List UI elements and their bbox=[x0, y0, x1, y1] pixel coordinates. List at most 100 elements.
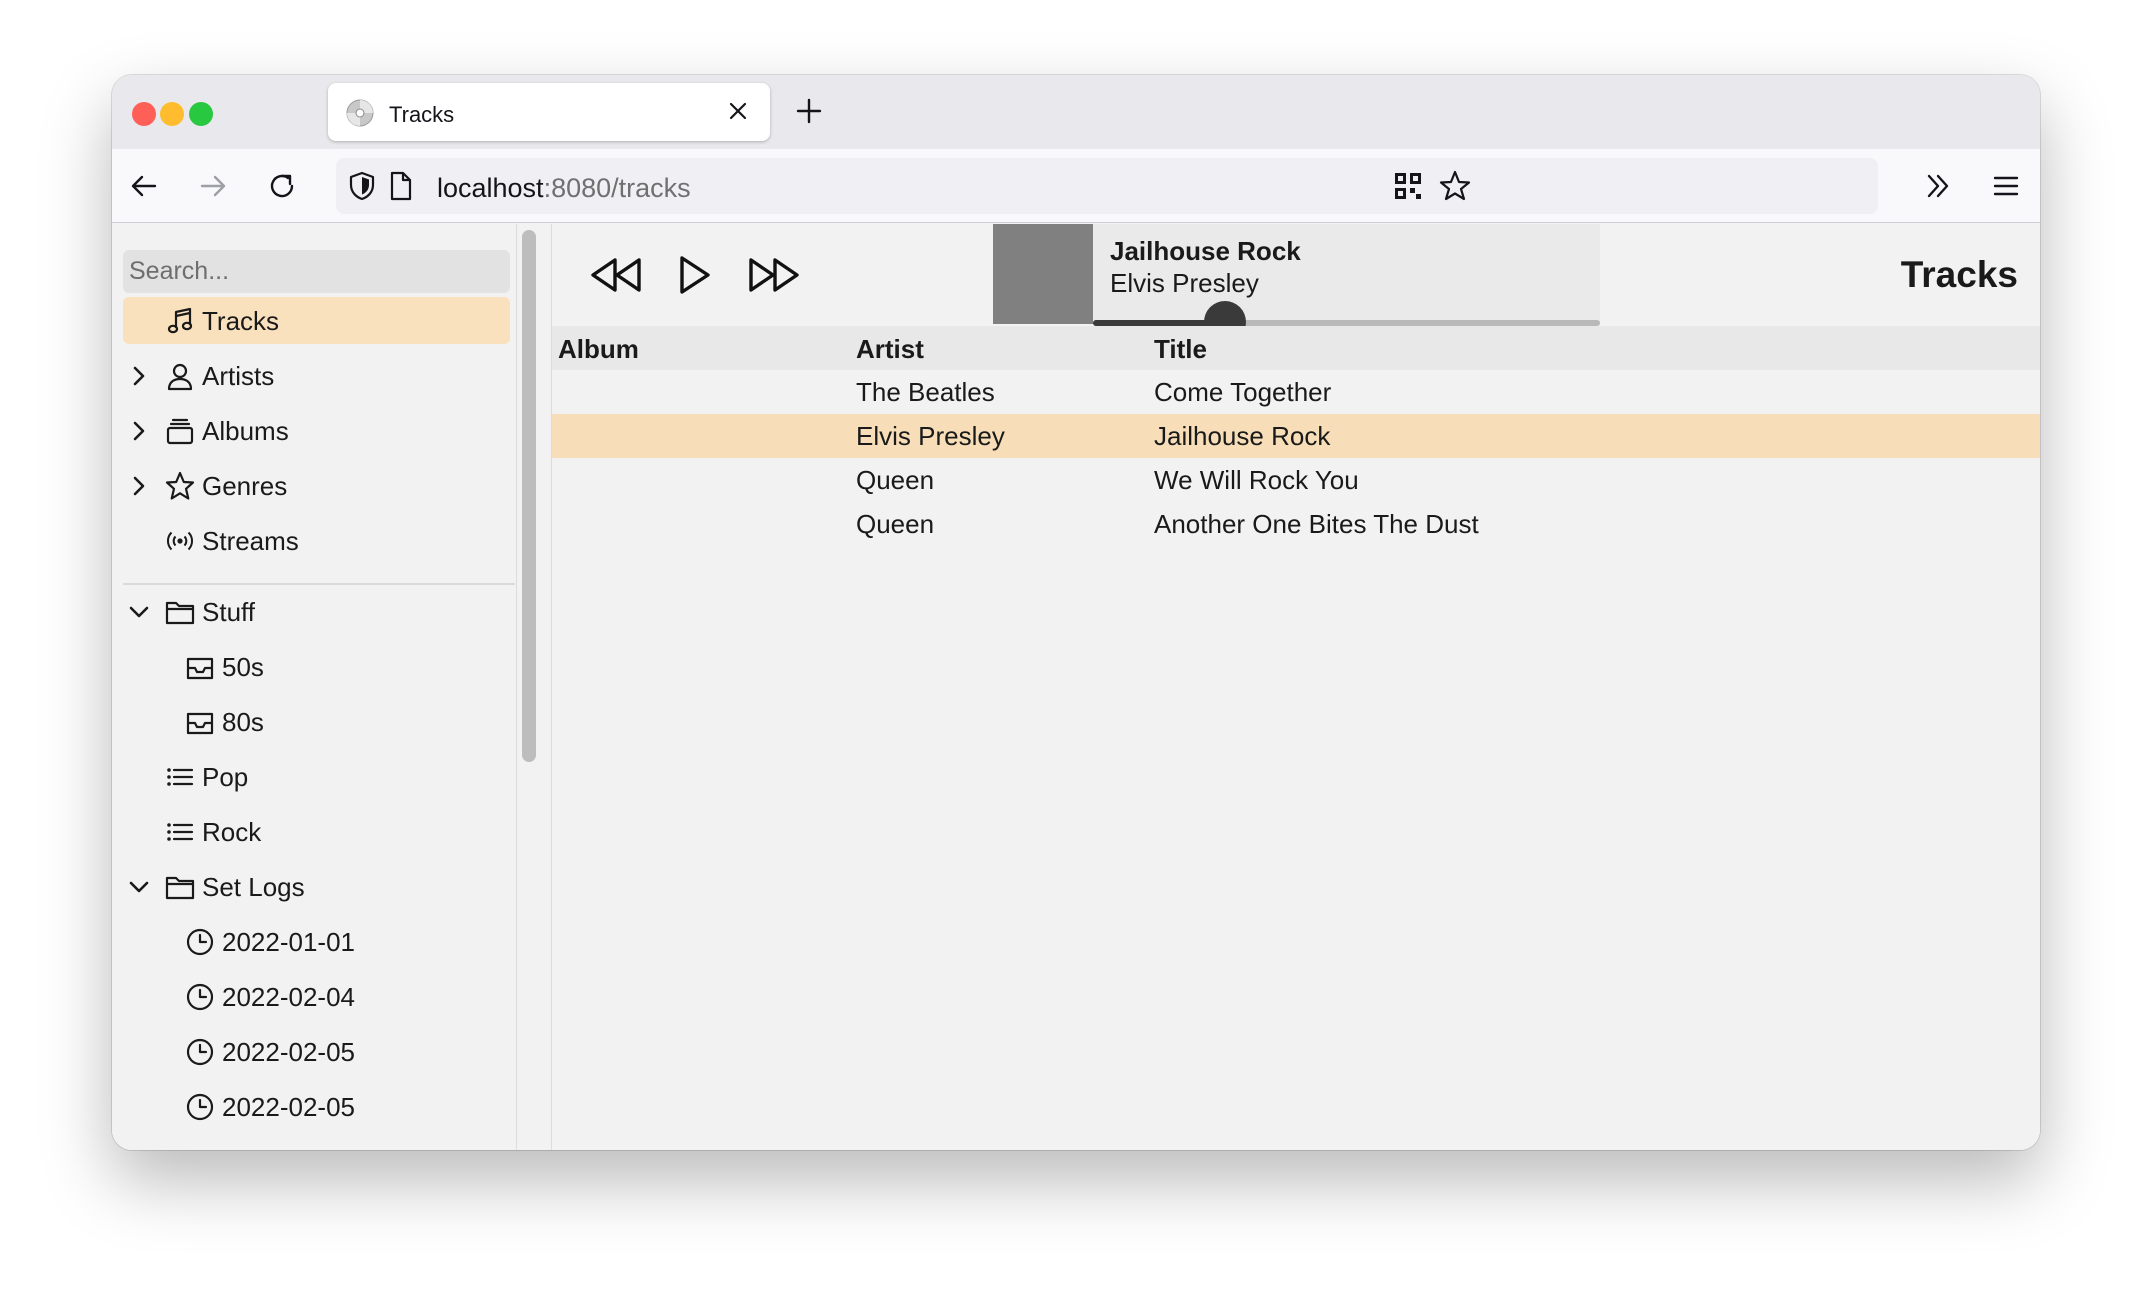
sidebar-item-stuff[interactable]: Stuff bbox=[123, 588, 510, 635]
clock-icon bbox=[186, 1038, 214, 1066]
sidebar-item-label: 2022-01-01 bbox=[222, 927, 355, 957]
cell-title: Jailhouse Rock bbox=[1154, 421, 1331, 451]
player-bar: Jailhouse Rock Elvis Presley Tracks bbox=[552, 224, 2040, 343]
url-text[interactable]: localhost:8080/tracks bbox=[437, 173, 691, 204]
sidebar-item-set-logs[interactable]: Set Logs bbox=[123, 863, 510, 910]
chevron-right-icon[interactable] bbox=[127, 419, 151, 443]
minimize-window-button[interactable] bbox=[160, 102, 184, 126]
now-playing-title: Jailhouse Rock bbox=[1110, 236, 1301, 266]
album-stack-icon bbox=[166, 418, 194, 445]
back-button[interactable] bbox=[124, 166, 164, 206]
chevron-right-icon[interactable] bbox=[127, 364, 151, 388]
sidebar-item-rock[interactable]: Rock bbox=[123, 808, 510, 855]
sidebar-item-80s[interactable]: 80s bbox=[123, 698, 510, 745]
main-panel: Jailhouse Rock Elvis Presley Tracks Albu… bbox=[552, 224, 2040, 1150]
star-icon bbox=[165, 471, 195, 500]
shield-icon[interactable] bbox=[346, 170, 378, 202]
rewind-icon[interactable] bbox=[588, 250, 644, 300]
music-note-icon bbox=[167, 307, 193, 334]
sidebar-item-label: Genres bbox=[202, 471, 288, 501]
cell-artist: Queen bbox=[856, 465, 935, 495]
column-header-album[interactable]: Album bbox=[558, 334, 639, 365]
inbox-icon bbox=[186, 657, 214, 680]
cell-artist: Queen bbox=[856, 509, 935, 539]
sidebar-item-streams[interactable]: Streams bbox=[123, 517, 510, 564]
sidebar-item-genres[interactable]: Genres bbox=[123, 462, 510, 509]
now-playing: Jailhouse Rock Elvis Presley bbox=[1093, 224, 1600, 343]
sidebar-item-50s[interactable]: 50s bbox=[123, 643, 510, 690]
forward-arrow-icon bbox=[200, 175, 226, 197]
url-path: :8080/tracks bbox=[543, 173, 691, 203]
chevron-right-icon[interactable] bbox=[127, 474, 151, 498]
cell-artist: Elvis Presley bbox=[856, 421, 1005, 451]
sidebar-item-artists[interactable]: Artists bbox=[123, 352, 510, 399]
column-header-artist[interactable]: Artist bbox=[856, 334, 924, 365]
album-art bbox=[993, 224, 1093, 324]
page-title: Tracks bbox=[1900, 254, 2018, 295]
table-row[interactable]: The Beatles Come Together bbox=[552, 370, 2040, 414]
search-input[interactable] bbox=[123, 250, 510, 293]
sidebar-item-label: Stuff bbox=[202, 597, 256, 627]
column-header-title[interactable]: Title bbox=[1154, 334, 1207, 365]
extensions-overflow-button[interactable] bbox=[1918, 166, 1958, 206]
list-icon bbox=[167, 768, 194, 786]
disc-favicon-icon bbox=[346, 99, 374, 127]
cell-title: Come Together bbox=[1154, 377, 1332, 407]
qr-code-icon[interactable] bbox=[1392, 170, 1424, 202]
table-row[interactable]: Queen We Will Rock You bbox=[552, 458, 2040, 502]
sidebar-item-label: 2022-02-05 bbox=[222, 1037, 355, 1067]
close-tab-icon[interactable] bbox=[724, 97, 752, 125]
sidebar-item-albums[interactable]: Albums bbox=[123, 407, 510, 454]
browser-tab[interactable]: Tracks bbox=[328, 83, 770, 141]
table-row[interactable]: Queen Another One Bites The Dust bbox=[552, 502, 2040, 546]
app-menu-button[interactable] bbox=[1986, 166, 2026, 206]
sidebar-item-tracks[interactable]: Tracks bbox=[123, 297, 510, 344]
sidebar-item-label: 80s bbox=[222, 707, 264, 737]
sidebar-item-label: 2022-02-04 bbox=[222, 982, 355, 1012]
list-icon bbox=[167, 823, 194, 841]
address-bar[interactable]: localhost:8080/tracks bbox=[336, 158, 1878, 214]
sidebar-item-log[interactable]: 2022-02-05 bbox=[123, 1028, 510, 1075]
fast-forward-icon[interactable] bbox=[746, 250, 802, 300]
bookmark-star-icon[interactable] bbox=[1438, 169, 1472, 203]
sidebar-item-pop[interactable]: Pop bbox=[123, 753, 510, 800]
sidebar-item-log[interactable]: 2022-02-04 bbox=[123, 973, 510, 1020]
page-icon[interactable] bbox=[386, 170, 416, 202]
reload-button[interactable] bbox=[262, 166, 302, 206]
chevron-down-icon[interactable] bbox=[127, 875, 151, 899]
sidebar-item-label: 50s bbox=[222, 652, 264, 682]
sidebar-item-log[interactable]: 2022-01-01 bbox=[123, 918, 510, 965]
maximize-window-button[interactable] bbox=[189, 102, 213, 126]
play-icon[interactable] bbox=[674, 250, 714, 300]
sidebar-scrollbar[interactable] bbox=[522, 230, 536, 762]
clock-icon bbox=[186, 1093, 214, 1121]
hamburger-menu-icon bbox=[1993, 176, 2019, 196]
reload-icon bbox=[270, 174, 294, 198]
url-host: localhost bbox=[437, 173, 544, 203]
table-row-selected[interactable]: Elvis Presley Jailhouse Rock bbox=[552, 414, 2040, 458]
broadcast-icon bbox=[167, 531, 193, 551]
navigation-bar: localhost:8080/tracks bbox=[112, 149, 2040, 223]
page-content: Tracks Artists bbox=[112, 224, 2040, 1150]
folder-icon bbox=[165, 876, 195, 900]
sidebar-item-label: Streams bbox=[202, 526, 299, 556]
cell-title: Another One Bites The Dust bbox=[1154, 509, 1479, 539]
sidebar-item-label: Tracks bbox=[202, 306, 280, 336]
sidebar-divider bbox=[123, 583, 515, 585]
chevron-down-icon[interactable] bbox=[127, 600, 151, 624]
tab-title: Tracks bbox=[389, 102, 455, 127]
sidebar-item-label: 2022-02-05 bbox=[222, 1092, 355, 1122]
cell-title: We Will Rock You bbox=[1154, 465, 1359, 495]
cell-artist: The Beatles bbox=[856, 377, 995, 407]
forward-button[interactable] bbox=[193, 166, 233, 206]
new-tab-icon[interactable] bbox=[793, 95, 825, 127]
inbox-icon bbox=[186, 712, 214, 735]
now-playing-artist: Elvis Presley bbox=[1110, 268, 1259, 298]
folder-icon bbox=[165, 601, 195, 625]
sidebar-item-log[interactable]: 2022-02-05 bbox=[123, 1083, 510, 1130]
close-window-button[interactable] bbox=[132, 102, 156, 126]
back-arrow-icon bbox=[131, 175, 157, 197]
clock-icon bbox=[186, 983, 214, 1011]
sidebar-item-label: Rock bbox=[202, 817, 262, 847]
double-chevron-right-icon bbox=[1927, 174, 1949, 198]
